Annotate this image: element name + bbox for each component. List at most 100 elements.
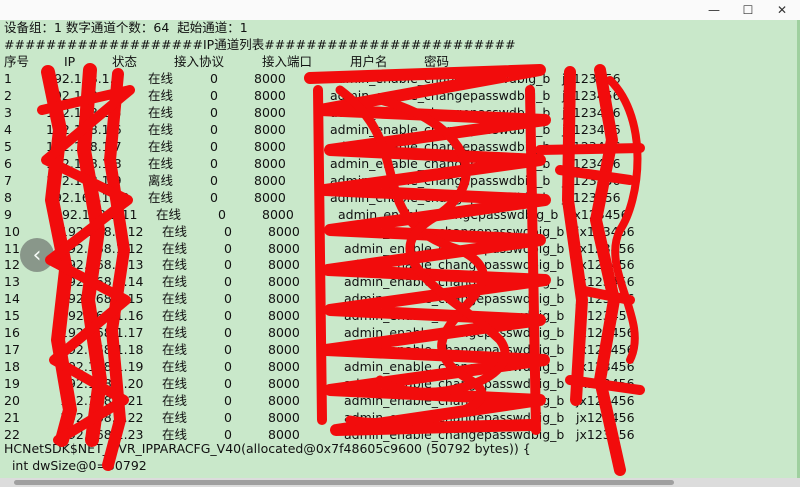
cell-password: jx123456 <box>576 393 635 409</box>
cell-ip: 192.168.1.6 <box>46 121 122 137</box>
cell-protocol: 0 <box>224 240 232 256</box>
table-row: 9 192.168.1.11 在线 0 8000 admin_enable_changep… <box>0 207 798 224</box>
cell-password: jx123456 <box>576 240 635 256</box>
cell-password: jx123456 <box>562 104 621 120</box>
previous-button[interactable]: ‹ <box>20 238 54 272</box>
cell-status: 在线 <box>148 104 174 120</box>
cell-username: admin_enable_changepasswdbig_b <box>344 240 565 256</box>
cell-no: 3 <box>4 104 12 120</box>
cell-port: 8000 <box>254 87 286 103</box>
cell-ip: 192.168.1.16 <box>60 308 144 324</box>
cell-status: 在线 <box>162 308 188 324</box>
cell-protocol: 0 <box>210 71 218 86</box>
cell-protocol: 0 <box>224 325 232 341</box>
table-row: 8 192.168.1.10 在线 0 8000 admin_enable_changep… <box>0 190 798 207</box>
table-row: 19 192.168.1.20 在线 0 8000 admin_enable_change… <box>0 376 798 393</box>
cell-status: 在线 <box>162 274 188 290</box>
cell-username: admin_enable_changepasswdbig_b <box>344 393 565 409</box>
cell-username: admin_enable_changepasswdbig_b <box>344 359 565 375</box>
cell-password: jx123456 <box>562 87 621 103</box>
cell-status: 在线 <box>162 410 188 425</box>
cell-ip: 192.168.1.9 <box>46 172 122 188</box>
cell-protocol: 0 <box>224 291 232 307</box>
cell-ip: 192.168.1.19 <box>60 359 144 375</box>
cell-ip: 192.168.1.11 <box>54 206 138 222</box>
table-row: 14 192.168.1.15 在线 0 8000 admin_enable_change… <box>0 291 798 308</box>
table-row: 7 192.168.1.9 离线 0 8000 admin_enable_changepa… <box>0 173 798 190</box>
scrollbar-thumb[interactable] <box>14 480 674 485</box>
cell-status: 离线 <box>148 172 174 188</box>
cell-no: 4 <box>4 121 12 137</box>
table-header: 序号 IP 状态 接入协议 接入端口 用户名 密码 <box>0 54 798 71</box>
cell-username: admin_enable_changepasswdbig_b <box>330 104 551 120</box>
table-row: 6 192.168.1.8 在线 0 8000 admin_enable_changepa… <box>0 156 798 173</box>
cell-status: 在线 <box>162 257 188 273</box>
cell-status: 在线 <box>148 121 174 137</box>
cell-port: 8000 <box>254 172 286 188</box>
cell-status: 在线 <box>148 71 174 86</box>
header-username: 用户名 <box>350 54 388 69</box>
cell-username: admin_enable_changepasswdbig_b <box>344 325 565 341</box>
table-row: 10 192.168.1.12 在线 0 8000 admin_enable_change… <box>0 224 798 241</box>
cell-port: 8000 <box>254 189 286 205</box>
cell-protocol: 0 <box>224 274 232 290</box>
cell-status: 在线 <box>162 291 188 307</box>
cell-username: admin_enable_changepasswdbig_b <box>330 121 551 137</box>
cell-no: 13 <box>4 274 20 290</box>
cell-port: 8000 <box>268 342 300 358</box>
horizontal-scrollbar[interactable] <box>0 478 800 487</box>
cell-port: 8000 <box>268 376 300 392</box>
cell-no: 16 <box>4 325 20 341</box>
cell-password: jx123456 <box>562 172 621 188</box>
footer-line-2: int dwSize@0=50792 <box>4 458 147 473</box>
cell-username: admin_enable_changepasswdbig_b <box>344 223 565 239</box>
cell-no: 21 <box>4 410 20 425</box>
cell-password: jx123456 <box>562 121 621 137</box>
cell-protocol: 0 <box>210 155 218 171</box>
cell-username: admin_enable_changepasswdbig_b <box>330 87 551 103</box>
cell-username: admin_enable_changepasswdbig_b <box>344 274 565 290</box>
cell-port: 8000 <box>254 104 286 120</box>
cell-ip: 192.168.1.22 <box>60 410 144 425</box>
table-row: 2 192.168.1.4 在线 0 8000 admin_enable_changepa… <box>0 88 798 105</box>
cell-protocol: 0 <box>224 342 232 358</box>
cell-protocol: 0 <box>210 189 218 205</box>
header-ip: IP <box>64 54 76 69</box>
cell-password: jx123456 <box>576 274 635 290</box>
cell-port: 8000 <box>268 240 300 256</box>
cell-status: 在线 <box>148 155 174 171</box>
cell-port: 8000 <box>254 155 286 171</box>
cell-password: jx123456 <box>576 359 635 375</box>
header-protocol: 接入协议 <box>174 54 225 69</box>
cell-ip: 192.168.1.18 <box>60 342 144 358</box>
cell-no: 1 <box>4 71 12 86</box>
cell-status: 在线 <box>162 393 188 409</box>
cell-status: 在线 <box>148 189 174 205</box>
cell-username: admin_enable_changepasswdbig_b <box>330 155 551 171</box>
cell-ip: 192.168.1.14 <box>60 274 144 290</box>
header-password: 密码 <box>424 54 450 69</box>
cell-no: 9 <box>4 206 12 222</box>
cell-no: 18 <box>4 359 20 375</box>
table-row: 20 192.168.1.21 在线 0 8000 admin_enable_change… <box>0 393 798 410</box>
cell-port: 8000 <box>268 410 300 425</box>
cell-protocol: 0 <box>210 121 218 137</box>
cell-no: 17 <box>4 342 20 358</box>
cell-password: jx123456 <box>576 223 635 239</box>
cell-port: 8000 <box>268 308 300 324</box>
cell-status: 在线 <box>162 376 188 392</box>
table-row: 12 192.168.1.13 在线 0 8000 admin_enable_change… <box>0 257 798 274</box>
close-button[interactable]: ✕ <box>762 0 800 20</box>
cell-username: admin_enable_changepasswdbig_b <box>344 376 565 392</box>
table-row: 16 192.168.1.17 在线 0 8000 admin_enable_change… <box>0 325 798 342</box>
cell-ip: 192.168.1.12 <box>60 223 144 239</box>
cell-protocol: 0 <box>210 138 218 154</box>
cell-ip: 192.168.1.3 <box>46 71 122 86</box>
cell-protocol: 0 <box>224 410 232 425</box>
cell-port: 8000 <box>254 121 286 137</box>
cell-protocol: 0 <box>210 104 218 120</box>
cell-password: jx123456 <box>576 257 635 273</box>
cell-protocol: 0 <box>224 257 232 273</box>
cell-port: 8000 <box>254 138 286 154</box>
cell-status: 在线 <box>162 240 188 256</box>
